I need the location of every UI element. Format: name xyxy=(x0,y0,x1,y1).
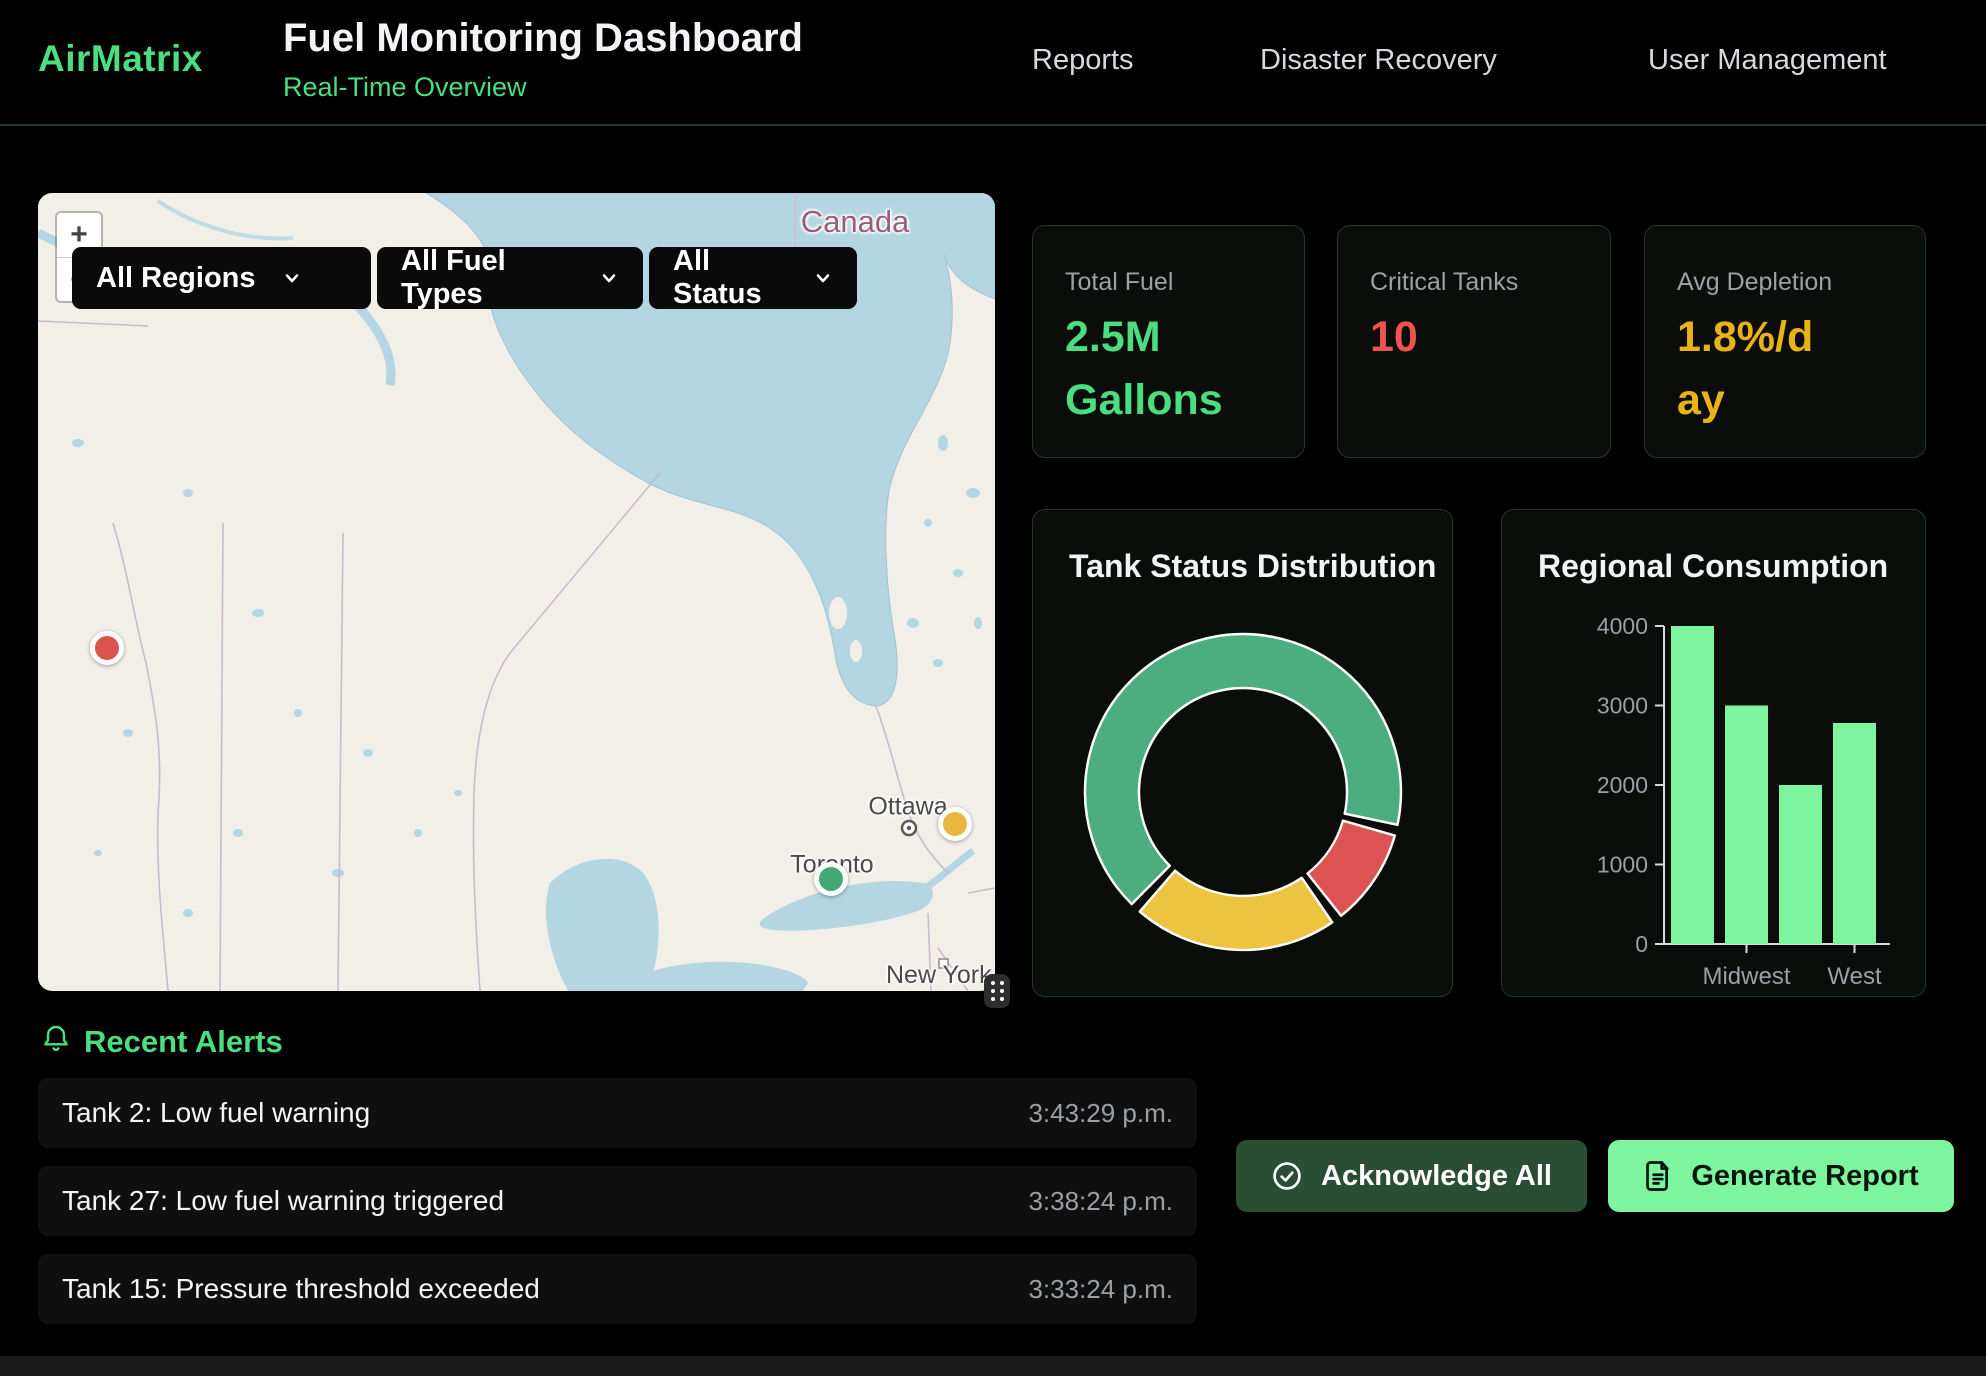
normal-tank-marker[interactable] xyxy=(814,862,848,896)
donut-slice-critical xyxy=(1308,821,1395,916)
alert-row[interactable]: Tank 27: Low fuel warning triggered 3:38… xyxy=(38,1166,1197,1236)
tank-status-distribution-card: Tank Status Distribution xyxy=(1032,509,1453,997)
bar xyxy=(1833,723,1876,944)
region-filter-dropdown[interactable]: All Regions xyxy=(72,247,371,309)
page-title: Fuel Monitoring Dashboard xyxy=(283,16,803,61)
region-filter-value: All Regions xyxy=(96,262,256,295)
recent-alerts-title: Recent Alerts xyxy=(84,1024,283,1060)
map-label-ottawa: Ottawa xyxy=(868,793,947,822)
map-lake-huron xyxy=(546,859,659,991)
avg-depletion-value: 1.8%/day xyxy=(1677,306,1827,432)
map-panel[interactable]: Canada Ottawa Toronto New York + − All R… xyxy=(38,193,995,991)
bar xyxy=(1725,706,1768,945)
header: AirMatrix Fuel Monitoring Dashboard Real… xyxy=(0,0,1986,126)
map-label-canada: Canada xyxy=(801,204,910,240)
critical-tanks-label: Critical Tanks xyxy=(1370,268,1518,297)
alert-text: Tank 15: Pressure threshold exceeded xyxy=(62,1273,540,1305)
map-river xyxy=(158,201,293,238)
alert-timestamp: 3:33:24 p.m. xyxy=(1028,1274,1173,1305)
donut-chart xyxy=(1033,586,1453,998)
alert-text: Tank 27: Low fuel warning triggered xyxy=(62,1185,504,1217)
x-tick-label: West xyxy=(1827,963,1882,990)
total-fuel-value: 2.5M Gallons xyxy=(1065,306,1245,432)
y-tick-label: 0 xyxy=(1635,931,1648,957)
donut-chart-title: Tank Status Distribution xyxy=(1069,548,1436,585)
x-tick-label: Midwest xyxy=(1702,963,1790,990)
document-icon xyxy=(1643,1160,1673,1192)
avg-depletion-label: Avg Depletion xyxy=(1677,268,1832,297)
footer-strip xyxy=(0,1356,1986,1376)
map-lake-ontario xyxy=(760,881,933,931)
critical-tanks-card: Critical Tanks 10 xyxy=(1337,225,1611,458)
bar xyxy=(1671,626,1714,944)
generate-report-label: Generate Report xyxy=(1691,1160,1918,1193)
avg-depletion-card: Avg Depletion 1.8%/day xyxy=(1644,225,1926,458)
fuel-type-filter-dropdown[interactable]: All Fuel Types xyxy=(377,247,643,309)
alert-timestamp: 3:38:24 p.m. xyxy=(1028,1186,1173,1217)
bell-icon xyxy=(40,1022,72,1061)
map-filters: All Regions All Fuel Types All Status xyxy=(72,247,857,309)
warning-tank-marker[interactable] xyxy=(938,807,972,841)
chevron-down-icon xyxy=(599,268,619,288)
fuel-type-filter-value: All Fuel Types xyxy=(401,245,573,311)
donut-slice-warning xyxy=(1140,871,1332,950)
critical-tanks-value: 10 xyxy=(1370,306,1418,369)
acknowledge-all-button[interactable]: Acknowledge All xyxy=(1236,1140,1587,1212)
bar-chart: 0 1000 2000 3000 4000 Midwest West xyxy=(1502,510,1927,998)
map-label-new-york: New York xyxy=(886,961,992,990)
map-island xyxy=(850,640,862,662)
acknowledge-all-label: Acknowledge All xyxy=(1321,1160,1552,1193)
y-tick-label: 4000 xyxy=(1597,613,1648,639)
status-filter-dropdown[interactable]: All Status xyxy=(649,247,857,309)
check-circle-icon xyxy=(1271,1160,1303,1192)
nav-reports[interactable]: Reports xyxy=(1032,44,1134,77)
map-island xyxy=(829,597,847,629)
y-tick-label: 2000 xyxy=(1597,772,1648,798)
alert-row[interactable]: Tank 2: Low fuel warning 3:43:29 p.m. xyxy=(38,1078,1197,1148)
resize-drag-handle[interactable] xyxy=(984,974,1010,1008)
bar xyxy=(1779,785,1822,944)
generate-report-button[interactable]: Generate Report xyxy=(1608,1140,1954,1212)
total-fuel-label: Total Fuel xyxy=(1065,268,1173,297)
app-logo: AirMatrix xyxy=(38,38,203,80)
nav-disaster-recovery[interactable]: Disaster Recovery xyxy=(1260,44,1497,77)
y-tick-label: 1000 xyxy=(1597,852,1648,878)
alert-timestamp: 3:43:29 p.m. xyxy=(1028,1098,1173,1129)
critical-tank-marker[interactable] xyxy=(90,631,124,665)
alert-row[interactable]: Tank 15: Pressure threshold exceeded 3:3… xyxy=(38,1254,1197,1324)
regional-consumption-card: Regional Consumption 01000200030004000Mi… xyxy=(1501,509,1926,997)
page-subtitle: Real-Time Overview xyxy=(283,72,527,103)
nav-user-management[interactable]: User Management xyxy=(1648,44,1887,77)
y-tick-label: 3000 xyxy=(1597,693,1648,719)
status-filter-value: All Status xyxy=(673,245,787,311)
chevron-down-icon xyxy=(813,268,833,288)
total-fuel-card: Total Fuel 2.5M Gallons xyxy=(1032,225,1305,458)
chevron-down-icon xyxy=(282,268,302,288)
alert-text: Tank 2: Low fuel warning xyxy=(62,1097,370,1129)
